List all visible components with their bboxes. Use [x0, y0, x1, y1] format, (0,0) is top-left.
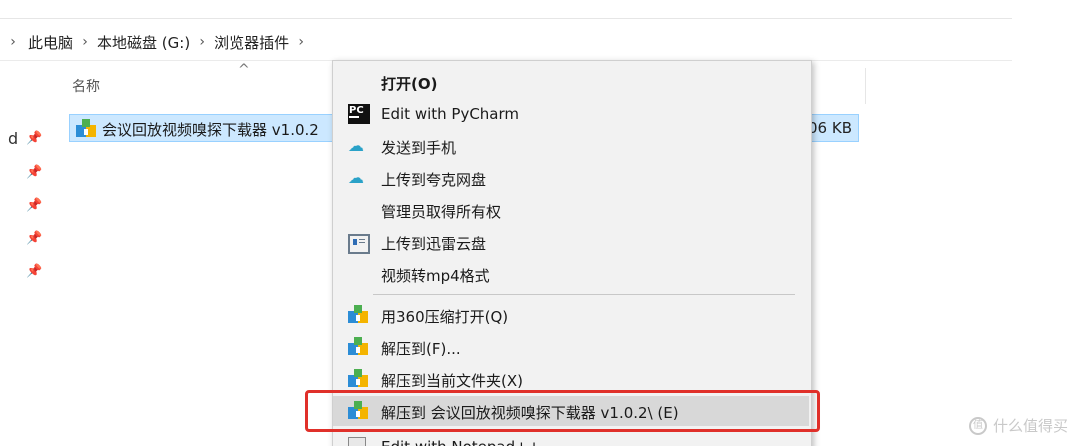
menu-item-label: 解压到(F)...	[381, 340, 461, 358]
archive-icon	[348, 369, 370, 389]
file-name: 会议回放视频嗅探下载器 v1.0.2	[102, 121, 319, 139]
chevron-right-icon[interactable]: ›	[291, 34, 311, 50]
breadcrumb: › 此电脑 › 本地磁盘 (G:) › 浏览器插件 ›	[0, 28, 311, 56]
archive-icon	[76, 119, 96, 137]
menu-item-label: 视频转mp4格式	[381, 267, 490, 285]
chevron-right-icon[interactable]: ›	[192, 34, 212, 50]
pin-icon[interactable]: 📌	[26, 232, 42, 246]
menu-item-label: 上传到迅雷云盘	[381, 235, 487, 253]
sort-up-icon: ^	[238, 62, 250, 78]
pin-icon[interactable]: 📌	[26, 199, 42, 213]
menu-item-upload-thunder[interactable]: 上传到迅雷云盘	[333, 227, 809, 257]
nav-item-label[interactable]: d	[8, 129, 18, 148]
chevron-right-icon[interactable]: ›	[8, 34, 18, 50]
menu-item-label: 上传到夸克网盘	[381, 171, 487, 189]
menu-item-label: 解压到当前文件夹(X)	[381, 372, 523, 390]
watermark-text: 什么值得买	[992, 417, 1068, 435]
menu-item-label: 发送到手机	[381, 139, 457, 157]
breadcrumb-item-local-disk[interactable]: 本地磁盘 (G:)	[95, 32, 192, 53]
cloud-icon: ☁	[348, 136, 364, 155]
menu-item-extract-to[interactable]: 解压到(F)...	[333, 332, 809, 362]
cloud-icon: ☁	[348, 168, 364, 187]
menu-item-label: Edit with Notepad++	[381, 438, 540, 446]
menu-item-label: 用360压缩打开(Q)	[381, 308, 509, 326]
menu-item-label: 打开(O)	[381, 75, 438, 93]
context-menu: 打开(O) PC Edit with PyCharm ☁ 发送到手机 ☁ 上传到…	[332, 60, 812, 446]
column-header-name[interactable]: 名称	[72, 76, 100, 96]
menu-item-edit-pycharm[interactable]: PC Edit with PyCharm	[333, 99, 809, 129]
thunder-cloud-icon	[348, 234, 370, 254]
menu-item-open[interactable]: 打开(O)	[333, 67, 809, 97]
archive-icon	[348, 337, 370, 357]
menu-item-label: Edit with PyCharm	[381, 105, 520, 123]
menu-separator	[373, 294, 795, 295]
notepad-icon	[348, 437, 366, 446]
top-divider	[0, 18, 1012, 19]
menu-item-take-ownership[interactable]: 管理员取得所有权	[333, 195, 809, 225]
menu-item-edit-notepadpp[interactable]: Edit with Notepad++	[333, 432, 809, 446]
watermark: 值 什么值得买	[968, 415, 1068, 436]
explorer-window: › 此电脑 › 本地磁盘 (G:) › 浏览器插件 › ^ 名称 d 📌 📌 📌…	[0, 0, 1080, 446]
menu-item-upload-quark[interactable]: ☁ 上传到夸克网盘	[333, 163, 809, 193]
menu-item-convert-mp4[interactable]: 视频转mp4格式	[333, 259, 809, 289]
file-size: 06 KB	[808, 119, 852, 137]
breadcrumb-item-plugins[interactable]: 浏览器插件	[212, 32, 291, 53]
watermark-logo-icon: 值	[968, 416, 987, 435]
chevron-right-icon[interactable]: ›	[75, 34, 95, 50]
pin-icon[interactable]: 📌	[26, 132, 42, 146]
column-divider[interactable]	[865, 68, 866, 104]
menu-item-send-to-phone[interactable]: ☁ 发送到手机	[333, 131, 809, 161]
menu-item-label: 管理员取得所有权	[381, 203, 502, 221]
pin-icon[interactable]: 📌	[26, 265, 42, 279]
menu-item-open-360[interactable]: 用360压缩打开(Q)	[333, 300, 809, 330]
highlight-annotation-box	[305, 390, 820, 432]
pin-icon[interactable]: 📌	[26, 166, 42, 180]
pycharm-icon: PC	[348, 104, 370, 124]
breadcrumb-item-this-pc[interactable]: 此电脑	[26, 32, 75, 53]
archive-icon	[348, 305, 370, 325]
